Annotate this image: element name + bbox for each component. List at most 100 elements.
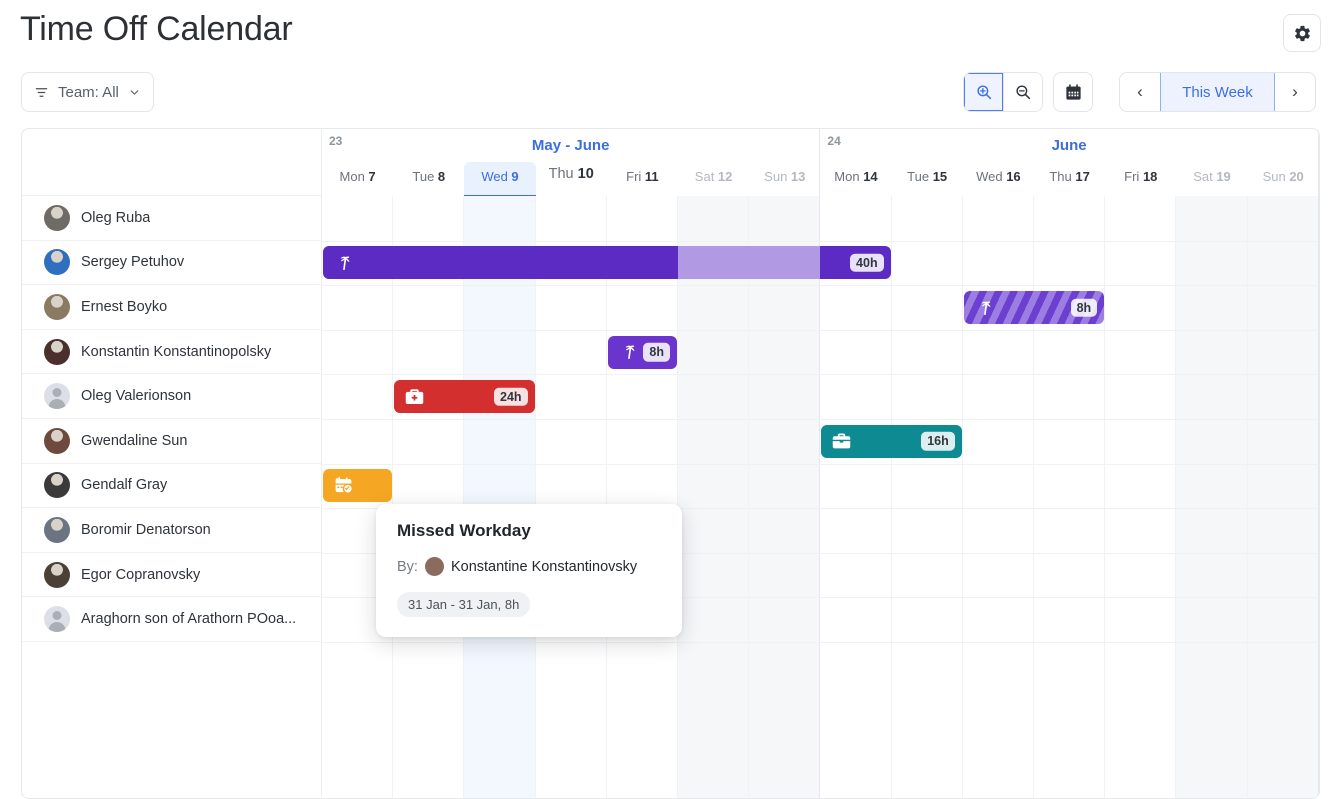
day-column-tue-15[interactable] xyxy=(892,196,963,798)
employee-name: Sergey Petuhov xyxy=(81,254,184,270)
row-divider xyxy=(322,642,1320,643)
row-divider xyxy=(322,330,1320,331)
day-name: Mon xyxy=(834,169,863,184)
employee-row[interactable]: Konstantin Konstantinopolsky xyxy=(22,330,321,375)
employee-name: Oleg Valerionson xyxy=(81,388,191,404)
day-number: 16 xyxy=(1006,169,1020,184)
employee-name-column: Oleg Ruba Sergey Petuhov Ernest Boyko Konst… xyxy=(22,196,322,798)
day-column-fri-18[interactable] xyxy=(1105,196,1176,798)
employee-row[interactable]: Ernest Boyko xyxy=(22,285,321,330)
this-week-button[interactable]: This Week xyxy=(1160,73,1275,111)
team-filter-dropdown[interactable]: Team: All xyxy=(21,72,154,112)
event-tooltip: Missed Workday By: Konstantine Konstanti… xyxy=(376,504,682,637)
settings-button[interactable] xyxy=(1283,14,1321,52)
calendar-body: Oleg Ruba Sergey Petuhov Ernest Boyko Konst… xyxy=(22,196,1320,798)
week-headers: 23May - JuneMon 7Tue 8Wed 9Thu 10Fri 11S… xyxy=(322,129,1320,196)
avatar xyxy=(44,428,70,454)
day-header-mon-7[interactable]: Mon 7 xyxy=(322,162,393,196)
previous-week-button[interactable]: ‹ xyxy=(1120,73,1160,111)
tooltip-author-name: Konstantine Konstantinovsky xyxy=(451,559,637,575)
day-header-sun-13[interactable]: Sun 13 xyxy=(749,162,820,196)
day-column-thu-17[interactable] xyxy=(1034,196,1105,798)
week-month-label: May - June xyxy=(322,137,819,154)
event-hours-badge: 8h xyxy=(1071,298,1098,317)
tooltip-date-range: 31 Jan - 31 Jan, 8h xyxy=(397,592,530,617)
event-bar-business-trip[interactable]: 16h xyxy=(821,425,961,458)
employee-name: Konstantin Konstantinopolsky xyxy=(81,344,271,360)
event-bar-missed-workday[interactable] xyxy=(323,469,392,502)
employee-row[interactable]: Egor Copranovsky xyxy=(22,553,321,598)
day-column-wed-9[interactable] xyxy=(464,196,535,798)
day-header-thu-17[interactable]: Thu 17 xyxy=(1034,162,1105,196)
jump-to-today-button[interactable] xyxy=(1053,72,1093,112)
day-header-fri-11[interactable]: Fri 11 xyxy=(607,162,678,196)
week-header: 23May - JuneMon 7Tue 8Wed 9Thu 10Fri 11S… xyxy=(322,129,820,196)
zoom-in-button[interactable] xyxy=(964,73,1003,111)
day-number: 14 xyxy=(863,169,877,184)
day-header-sat-19[interactable]: Sat 19 xyxy=(1176,162,1247,196)
event-weekend-segment xyxy=(678,246,820,279)
day-column-sun-13[interactable] xyxy=(749,196,820,798)
day-column-fri-11[interactable] xyxy=(607,196,678,798)
day-name: Sat xyxy=(1193,169,1216,184)
row-divider xyxy=(322,464,1320,465)
week-header: 24JuneMon 14Tue 15Wed 16Thu 17Fri 18Sat … xyxy=(820,129,1318,196)
zoom-control-group xyxy=(963,72,1043,112)
employee-name: Gendalf Gray xyxy=(81,477,167,493)
medical-kit-icon xyxy=(404,386,425,407)
day-column-wed-16[interactable] xyxy=(963,196,1034,798)
employee-row[interactable]: Boromir Denatorson xyxy=(22,508,321,553)
avatar xyxy=(44,517,70,543)
day-header-wed-9[interactable]: Wed 9 xyxy=(464,162,535,196)
day-column-sat-12[interactable] xyxy=(678,196,749,798)
employee-row[interactable]: Oleg Ruba xyxy=(22,196,321,241)
employee-name: Egor Copranovsky xyxy=(81,567,200,583)
avatar xyxy=(44,249,70,275)
employee-row[interactable]: Sergey Petuhov xyxy=(22,241,321,286)
day-column-sun-20[interactable] xyxy=(1248,196,1319,798)
day-header-fri-18[interactable]: Fri 18 xyxy=(1105,162,1176,196)
event-bar-vacation-pending[interactable]: 8h xyxy=(964,291,1104,324)
row-divider xyxy=(322,241,1320,242)
calendar-header: 23May - JuneMon 7Tue 8Wed 9Thu 10Fri 11S… xyxy=(22,129,1320,196)
week-month-label: June xyxy=(820,137,1317,154)
avatar xyxy=(44,606,70,632)
event-bar-vacation[interactable]: 40h xyxy=(323,246,891,279)
event-bar-sick-leave[interactable]: 24h xyxy=(394,380,534,413)
avatar xyxy=(44,294,70,320)
day-header-wed-16[interactable]: Wed 16 xyxy=(963,162,1034,196)
zoom-out-button[interactable] xyxy=(1003,73,1042,111)
employee-row[interactable]: Araghorn son of Arathorn POoa... xyxy=(22,597,321,642)
briefcase-icon xyxy=(831,431,852,452)
employee-row[interactable]: Oleg Valerionson xyxy=(22,374,321,419)
day-column-mon-14[interactable] xyxy=(820,196,891,798)
day-header-tue-8[interactable]: Tue 8 xyxy=(393,162,464,196)
palm-tree-icon xyxy=(974,297,995,318)
day-header-thu-10[interactable]: Thu 10 xyxy=(536,162,607,196)
day-number: 11 xyxy=(645,169,659,184)
event-hours-badge: 16h xyxy=(921,432,955,451)
day-name: Wed xyxy=(976,169,1006,184)
day-column-sat-19[interactable] xyxy=(1176,196,1247,798)
day-number: 9 xyxy=(511,169,518,184)
day-header-sun-20[interactable]: Sun 20 xyxy=(1248,162,1319,196)
row-divider xyxy=(322,285,1320,286)
day-number: 13 xyxy=(791,169,805,184)
avatar xyxy=(44,383,70,409)
employee-name: Boromir Denatorson xyxy=(81,522,211,538)
employee-row[interactable]: Gendalf Gray xyxy=(22,464,321,509)
day-column-tue-8[interactable] xyxy=(393,196,464,798)
employee-row[interactable]: Gwendaline Sun xyxy=(22,419,321,464)
employee-name: Ernest Boyko xyxy=(81,299,167,315)
day-header-mon-14[interactable]: Mon 14 xyxy=(820,162,891,196)
day-header-sat-12[interactable]: Sat 12 xyxy=(678,162,749,196)
event-hours-badge: 8h xyxy=(643,343,670,362)
next-week-button[interactable]: › xyxy=(1275,73,1315,111)
day-header-tue-15[interactable]: Tue 15 xyxy=(892,162,963,196)
chevron-down-icon xyxy=(128,86,141,99)
day-column-thu-10[interactable] xyxy=(536,196,607,798)
calendar-header-name-cell xyxy=(22,129,322,196)
event-bar-vacation[interactable]: 8h xyxy=(608,336,677,369)
calendar-icon xyxy=(1064,83,1083,102)
day-name: Fri xyxy=(626,169,645,184)
